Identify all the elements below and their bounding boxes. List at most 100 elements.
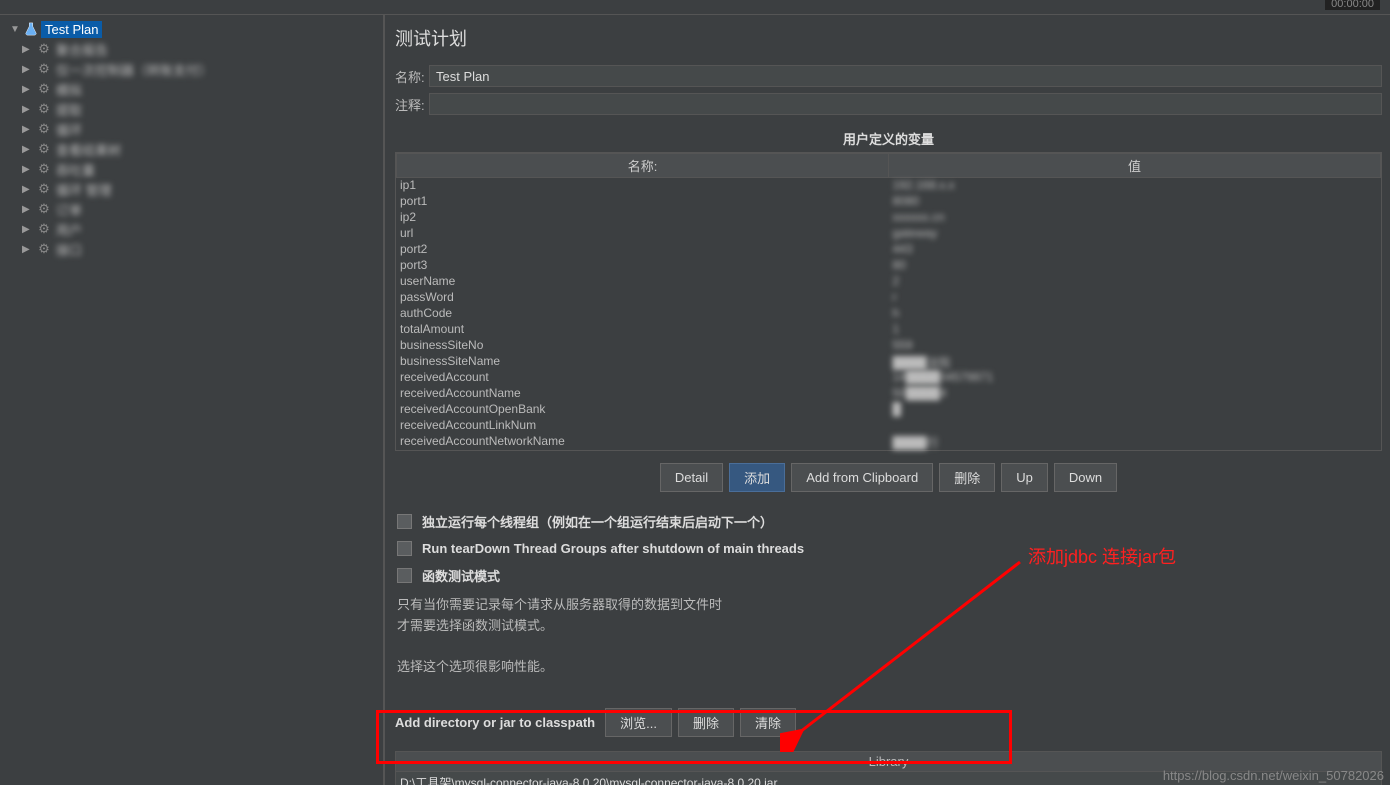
var-value bbox=[889, 418, 1382, 434]
var-row[interactable]: totalAmount1 bbox=[396, 322, 1381, 338]
add-button[interactable]: 添加 bbox=[729, 463, 785, 492]
var-name: port1 bbox=[396, 194, 889, 210]
var-row[interactable]: authCodeh bbox=[396, 306, 1381, 322]
var-value: ████行 bbox=[889, 434, 1382, 450]
tree-item[interactable]: ▶⚙聚合报告 bbox=[2, 39, 381, 59]
expand-icon[interactable]: ▶ bbox=[22, 144, 32, 155]
up-button[interactable]: Up bbox=[1001, 463, 1048, 492]
var-name: receivedAccountName bbox=[396, 386, 889, 402]
gear-icon: ⚙ bbox=[36, 101, 52, 117]
var-row[interactable]: userName2 bbox=[396, 274, 1381, 290]
var-row[interactable]: receivedAccountName50████4 bbox=[396, 386, 1381, 402]
gear-icon: ⚙ bbox=[36, 201, 52, 217]
check-label-3: 函数测试模式 bbox=[422, 566, 500, 585]
expand-icon[interactable]: ▶ bbox=[22, 124, 32, 135]
browse-button[interactable]: 浏览... bbox=[605, 708, 672, 737]
var-row[interactable]: receivedAccount14████04579871 bbox=[396, 370, 1381, 386]
expand-icon[interactable]: ▶ bbox=[22, 104, 32, 115]
var-value: 8080 bbox=[889, 194, 1382, 210]
checkbox-functest[interactable] bbox=[397, 568, 412, 583]
annotation-text: 添加jdbc 连接jar包 bbox=[1028, 543, 1176, 569]
tree-root-label: Test Plan bbox=[41, 21, 102, 38]
expand-icon[interactable]: ▶ bbox=[22, 84, 32, 95]
var-name: receivedAccount bbox=[396, 370, 889, 386]
checkbox-teardown[interactable] bbox=[397, 541, 412, 556]
expand-icon[interactable]: ▶ bbox=[22, 164, 32, 175]
col-value: 值 bbox=[889, 154, 1380, 177]
var-name: url bbox=[396, 226, 889, 242]
var-name: businessSiteName bbox=[396, 354, 889, 370]
expand-icon[interactable]: ▶ bbox=[22, 224, 32, 235]
gear-icon: ⚙ bbox=[36, 141, 52, 157]
tree-item-label: 接口 bbox=[56, 240, 82, 259]
checkbox-independent[interactable] bbox=[397, 514, 412, 529]
tree-item[interactable]: ▶ ⚙循环 bbox=[2, 119, 381, 139]
timer-display: 00:00:00 bbox=[1325, 0, 1380, 10]
delete2-button[interactable]: 删除 bbox=[678, 708, 734, 737]
delete-button[interactable]: 删除 bbox=[939, 463, 995, 492]
flask-icon bbox=[24, 22, 38, 36]
tree-item[interactable]: ▶⚙用户 bbox=[2, 219, 381, 239]
gear-icon: ⚙ bbox=[36, 121, 52, 137]
var-name: businessSiteNo bbox=[396, 338, 889, 354]
expand-icon[interactable]: ▼ bbox=[10, 24, 20, 35]
var-value: 559 bbox=[889, 338, 1382, 354]
var-value: 80 bbox=[889, 258, 1382, 274]
clipboard-button[interactable]: Add from Clipboard bbox=[791, 463, 933, 492]
var-row[interactable]: receivedAccountNetworkName████行 bbox=[396, 434, 1381, 450]
clear-button[interactable]: 清除 bbox=[740, 708, 796, 737]
var-row[interactable]: passWordr bbox=[396, 290, 1381, 306]
tree-item[interactable]: ▶⚙模拟 bbox=[2, 79, 381, 99]
var-row[interactable]: port380 bbox=[396, 258, 1381, 274]
expand-icon[interactable]: ▶ bbox=[22, 64, 32, 75]
expand-icon[interactable]: ▶ bbox=[22, 204, 32, 215]
var-name: port3 bbox=[396, 258, 889, 274]
check-label-1: 独立运行每个线程组（例如在一个组运行结束后启动下一个） bbox=[422, 512, 773, 531]
button-row: Detail 添加 Add from Clipboard 删除 Up Down bbox=[395, 463, 1382, 492]
tree-item-label: 模拟 bbox=[56, 80, 82, 99]
tree-item[interactable]: ▶ ⚙提取 bbox=[2, 99, 381, 119]
main-panel: 测试计划 名称: 注释: 用户定义的变量 名称: 值 ip1192.168.x.… bbox=[385, 15, 1390, 785]
comment-label: 注释: bbox=[395, 95, 429, 114]
tree-item[interactable]: ▶⚙吞吐量 bbox=[2, 159, 381, 179]
var-name: totalAmount bbox=[396, 322, 889, 338]
expand-icon[interactable]: ▶ bbox=[22, 244, 32, 255]
var-name: port2 bbox=[396, 242, 889, 258]
expand-icon[interactable]: ▶ bbox=[22, 184, 32, 195]
var-row[interactable]: ip2xxxxxx.cn bbox=[396, 210, 1381, 226]
var-row[interactable]: port2443 bbox=[396, 242, 1381, 258]
var-value: gateway bbox=[889, 226, 1382, 242]
expand-icon[interactable]: ▶ bbox=[22, 44, 32, 55]
tree-item-label: 用户 bbox=[56, 220, 82, 239]
var-row[interactable]: receivedAccountLinkNum bbox=[396, 418, 1381, 434]
detail-button[interactable]: Detail bbox=[660, 463, 723, 492]
tree-panel: ▼ Test Plan ▶⚙聚合报告▶⚙仅一次控制器（转账支付）▶⚙模拟▶⚙提取… bbox=[0, 15, 385, 785]
var-name: ip1 bbox=[396, 178, 889, 194]
var-value: 443 bbox=[889, 242, 1382, 258]
var-name: ip2 bbox=[396, 210, 889, 226]
toolbar-icon[interactable] bbox=[8, 0, 36, 8]
tree-item[interactable]: ▶⚙循环 管理 bbox=[2, 179, 381, 199]
name-input[interactable] bbox=[429, 65, 1382, 87]
var-name: receivedAccountLinkNum bbox=[396, 418, 889, 434]
var-row[interactable]: port18080 bbox=[396, 194, 1381, 210]
tree-root[interactable]: ▼ Test Plan bbox=[2, 19, 381, 39]
var-row[interactable]: businessSiteName████法院 bbox=[396, 354, 1381, 370]
var-row[interactable]: receivedAccountOpenBank█ bbox=[396, 402, 1381, 418]
col-name: 名称: bbox=[397, 154, 889, 177]
tree-item[interactable]: ▶⚙查看结果树 bbox=[2, 139, 381, 159]
tree-item-label: 循环 bbox=[56, 120, 82, 139]
var-value: █ bbox=[889, 402, 1382, 418]
tree-item[interactable]: ▶⚙订单 bbox=[2, 199, 381, 219]
var-name: authCode bbox=[396, 306, 889, 322]
var-row[interactable]: ip1192.168.x.x bbox=[396, 178, 1381, 194]
tree-item-label: 提取 bbox=[56, 100, 82, 119]
var-value: ████法院 bbox=[889, 354, 1382, 370]
tree-item[interactable]: ▶ ⚙接口 bbox=[2, 239, 381, 259]
tree-item[interactable]: ▶⚙仅一次控制器（转账支付） bbox=[2, 59, 381, 79]
comment-input[interactable] bbox=[429, 93, 1382, 115]
var-row[interactable]: businessSiteNo559 bbox=[396, 338, 1381, 354]
gear-icon: ⚙ bbox=[36, 241, 52, 257]
down-button[interactable]: Down bbox=[1054, 463, 1117, 492]
var-row[interactable]: urlgateway bbox=[396, 226, 1381, 242]
